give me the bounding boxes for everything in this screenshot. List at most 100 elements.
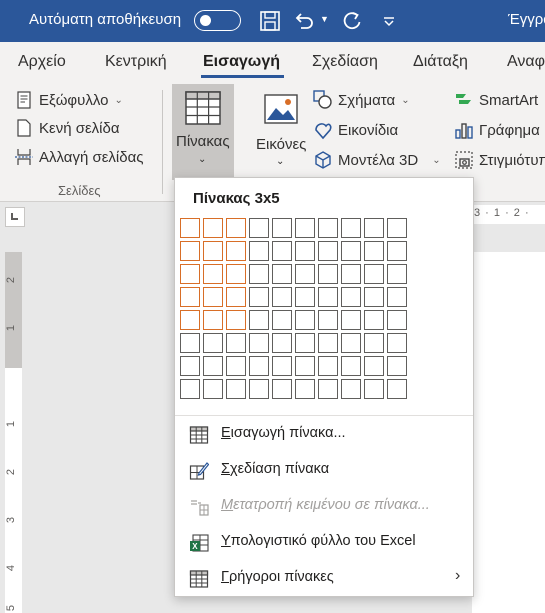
table-grid-cell[interactable]: [203, 264, 223, 284]
table-grid-cell[interactable]: [387, 241, 407, 261]
table-grid-cell[interactable]: [249, 356, 269, 376]
table-grid-cell[interactable]: [295, 287, 315, 307]
table-grid-cell[interactable]: [318, 333, 338, 353]
table-grid-cell[interactable]: [318, 356, 338, 376]
table-grid-cell[interactable]: [249, 264, 269, 284]
table-grid-cell[interactable]: [180, 333, 200, 353]
undo-icon[interactable]: [292, 9, 316, 33]
icons-button[interactable]: Εικονίδια: [313, 120, 398, 140]
autosave-toggle[interactable]: [194, 10, 241, 31]
tab-layout[interactable]: Διάταξη: [413, 53, 468, 71]
table-grid-cell[interactable]: [203, 379, 223, 399]
table-grid-cell[interactable]: [364, 287, 384, 307]
table-grid-cell[interactable]: [364, 356, 384, 376]
table-grid-cell[interactable]: [318, 310, 338, 330]
table-grid-cell[interactable]: [364, 333, 384, 353]
table-grid-cell[interactable]: [180, 379, 200, 399]
smartart-button[interactable]: SmartArt: [454, 90, 538, 110]
blank-page-button[interactable]: Κενή σελίδα: [14, 118, 120, 138]
table-grid-cell[interactable]: [295, 310, 315, 330]
table-grid-cell[interactable]: [226, 287, 246, 307]
table-grid-cell[interactable]: [341, 218, 361, 238]
tab-insert[interactable]: Εισαγωγή: [203, 53, 280, 71]
table-grid-cell[interactable]: [272, 356, 292, 376]
table-grid-cell[interactable]: [364, 379, 384, 399]
table-grid-cell[interactable]: [226, 310, 246, 330]
table-grid-cell[interactable]: [180, 241, 200, 261]
table-grid-cell[interactable]: [203, 287, 223, 307]
table-grid-cell[interactable]: [364, 264, 384, 284]
insert-table-menu-item[interactable]: Εισαγωγή πίνακα...: [175, 419, 473, 449]
table-grid-cell[interactable]: [203, 241, 223, 261]
table-grid-cell[interactable]: [203, 218, 223, 238]
table-grid-cell[interactable]: [272, 218, 292, 238]
table-grid-cell[interactable]: [295, 264, 315, 284]
table-grid-cell[interactable]: [341, 287, 361, 307]
draw-table-menu-item[interactable]: Σχεδίαση πίνακα: [175, 455, 473, 485]
table-grid-cell[interactable]: [318, 264, 338, 284]
table-grid-cell[interactable]: [318, 241, 338, 261]
table-grid-cell[interactable]: [249, 218, 269, 238]
table-grid-cell[interactable]: [387, 310, 407, 330]
table-grid-cell[interactable]: [341, 310, 361, 330]
page-break-button[interactable]: Αλλαγή σελίδας: [14, 147, 144, 167]
table-grid-cell[interactable]: [272, 379, 292, 399]
tab-design[interactable]: Σχεδίαση: [312, 53, 378, 71]
table-grid-cell[interactable]: [272, 264, 292, 284]
table-grid-cell[interactable]: [387, 264, 407, 284]
table-grid-cell[interactable]: [295, 356, 315, 376]
cover-page-button[interactable]: Εξώφυλλο ⌄: [14, 90, 123, 110]
table-grid-cell[interactable]: [272, 241, 292, 261]
table-grid-cell[interactable]: [364, 218, 384, 238]
tab-file[interactable]: Αρχείο: [18, 53, 66, 71]
table-grid-cell[interactable]: [272, 310, 292, 330]
document-page[interactable]: [472, 252, 545, 613]
save-icon[interactable]: [258, 9, 282, 33]
table-grid-cell[interactable]: [203, 310, 223, 330]
chart-button[interactable]: Γράφημα: [454, 120, 540, 140]
table-grid-cell[interactable]: [226, 218, 246, 238]
table-grid-cell[interactable]: [249, 379, 269, 399]
table-grid-cell[interactable]: [341, 333, 361, 353]
screenshot-button[interactable]: Στιγμιότυπο: [454, 150, 545, 170]
excel-spreadsheet-menu-item[interactable]: X Υπολογιστικό φύλλο του Excel: [175, 527, 473, 557]
table-grid-cell[interactable]: [295, 241, 315, 261]
table-grid-cell[interactable]: [387, 218, 407, 238]
table-button[interactable]: Πίνακας ⌄: [172, 84, 234, 180]
table-grid-cell[interactable]: [249, 333, 269, 353]
table-grid-cell[interactable]: [226, 333, 246, 353]
redo-icon[interactable]: [340, 9, 364, 33]
table-grid-cell[interactable]: [249, 241, 269, 261]
tab-references[interactable]: Αναφ: [507, 53, 545, 71]
table-grid-cell[interactable]: [364, 310, 384, 330]
shapes-button[interactable]: Σχήματα ⌄: [313, 90, 410, 110]
quick-tables-menu-item[interactable]: Γρήγοροι πίνακες ›: [175, 563, 473, 593]
table-grid-cell[interactable]: [387, 379, 407, 399]
undo-dropdown-icon[interactable]: ▼: [320, 14, 329, 24]
tab-home[interactable]: Κεντρική: [105, 53, 167, 71]
table-grid-cell[interactable]: [272, 333, 292, 353]
table-grid-cell[interactable]: [341, 356, 361, 376]
table-grid-cell[interactable]: [364, 241, 384, 261]
table-grid-cell[interactable]: [180, 218, 200, 238]
table-grid-cell[interactable]: [295, 333, 315, 353]
table-grid-cell[interactable]: [295, 218, 315, 238]
table-grid-cell[interactable]: [226, 379, 246, 399]
table-grid-cell[interactable]: [180, 356, 200, 376]
customize-qat-icon[interactable]: [377, 9, 401, 33]
table-grid-cell[interactable]: [249, 310, 269, 330]
table-grid-cell[interactable]: [318, 379, 338, 399]
table-grid-cell[interactable]: [180, 287, 200, 307]
table-grid-cell[interactable]: [295, 379, 315, 399]
table-grid-cell[interactable]: [226, 264, 246, 284]
table-grid-cell[interactable]: [272, 287, 292, 307]
table-grid-cell[interactable]: [387, 287, 407, 307]
table-grid-cell[interactable]: [249, 287, 269, 307]
table-grid-cell[interactable]: [180, 310, 200, 330]
table-grid-cell[interactable]: [341, 264, 361, 284]
table-grid-cell[interactable]: [203, 356, 223, 376]
table-grid-cell[interactable]: [226, 241, 246, 261]
table-grid-cell[interactable]: [203, 333, 223, 353]
table-grid-cell[interactable]: [226, 356, 246, 376]
pictures-button[interactable]: Εικόνες ⌄: [252, 90, 310, 178]
